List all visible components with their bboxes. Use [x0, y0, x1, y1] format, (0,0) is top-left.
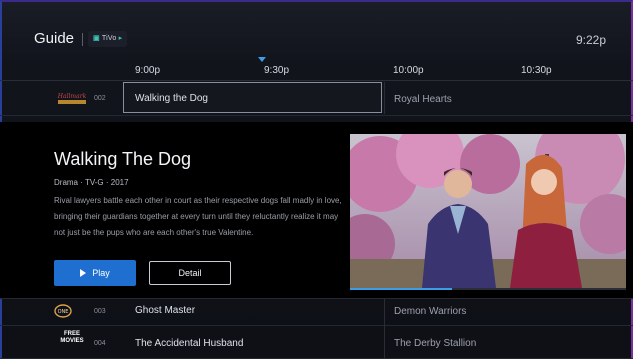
channel-row: ONE 003 Ghost Master Demon Warriors [0, 298, 633, 326]
detail-meta: Drama · TV-G · 2017 [54, 178, 129, 187]
clock: 9:22p [575, 33, 606, 47]
playback-progress-fill [350, 288, 453, 290]
channel-row: FREE MOVIES 004 The Accidental Husband T… [0, 325, 633, 359]
detail-button-label: Detail [178, 268, 202, 278]
free-movies-logo: FREE MOVIES [52, 331, 92, 347]
hallmark-movies-mysteries-logo: Hallmark [52, 92, 92, 108]
program-cell[interactable]: Demon Warriors [394, 306, 466, 317]
cell-divider [384, 299, 385, 325]
channel-number: 002 [94, 95, 106, 102]
program-cell[interactable]: The Derby Stallion [394, 338, 476, 349]
play-button[interactable]: Play [54, 260, 136, 286]
time-slot: 9:00p [135, 65, 161, 76]
play-arrow-icon: ▸ [118, 35, 123, 42]
header-divider [82, 33, 83, 46]
guide-header: Guide ▣ TiVo ▸ 9:22p [0, 0, 633, 60]
svg-text:Hallmark: Hallmark [57, 93, 87, 100]
free-movies-logo-text: MOVIES [60, 338, 84, 344]
program-title: Walking the Dog [135, 93, 208, 104]
time-slot: 10:30p [521, 65, 552, 76]
program-cell[interactable]: Royal Hearts [394, 94, 452, 105]
detail-description: Rival lawyers battle each other in court… [54, 196, 342, 237]
cell-divider [384, 325, 385, 358]
svg-text:ONE: ONE [58, 309, 69, 315]
cell-divider [384, 82, 385, 114]
program-cell[interactable]: Ghost Master [135, 305, 195, 316]
time-bar: 9:00p 9:30p 10:00p 10:30p [0, 60, 633, 81]
current-time-marker-icon [258, 57, 266, 62]
playback-progress-bar [350, 288, 626, 290]
detail-title: Walking The Dog [54, 149, 192, 169]
free-movies-logo-text: FREE [63, 331, 80, 337]
channel-number: 004 [94, 340, 106, 347]
program-cell[interactable]: The Accidental Husband [135, 338, 243, 349]
detail-button[interactable]: Detail [149, 261, 231, 285]
one-life-logo: ONE [52, 303, 92, 319]
page-title: Guide [34, 30, 75, 47]
time-slot: 9:30p [264, 65, 290, 76]
play-icon [80, 269, 87, 277]
provider-badge-label: TiVo [101, 35, 117, 42]
tivo-logo: ▣ TiVo ▸ [88, 31, 128, 47]
channel-number: 003 [94, 308, 106, 315]
time-slot: 10:00p [393, 65, 424, 76]
tivo-icon: ▣ [93, 35, 100, 42]
play-button-label: Play [92, 268, 110, 278]
program-preview-image [350, 134, 626, 288]
